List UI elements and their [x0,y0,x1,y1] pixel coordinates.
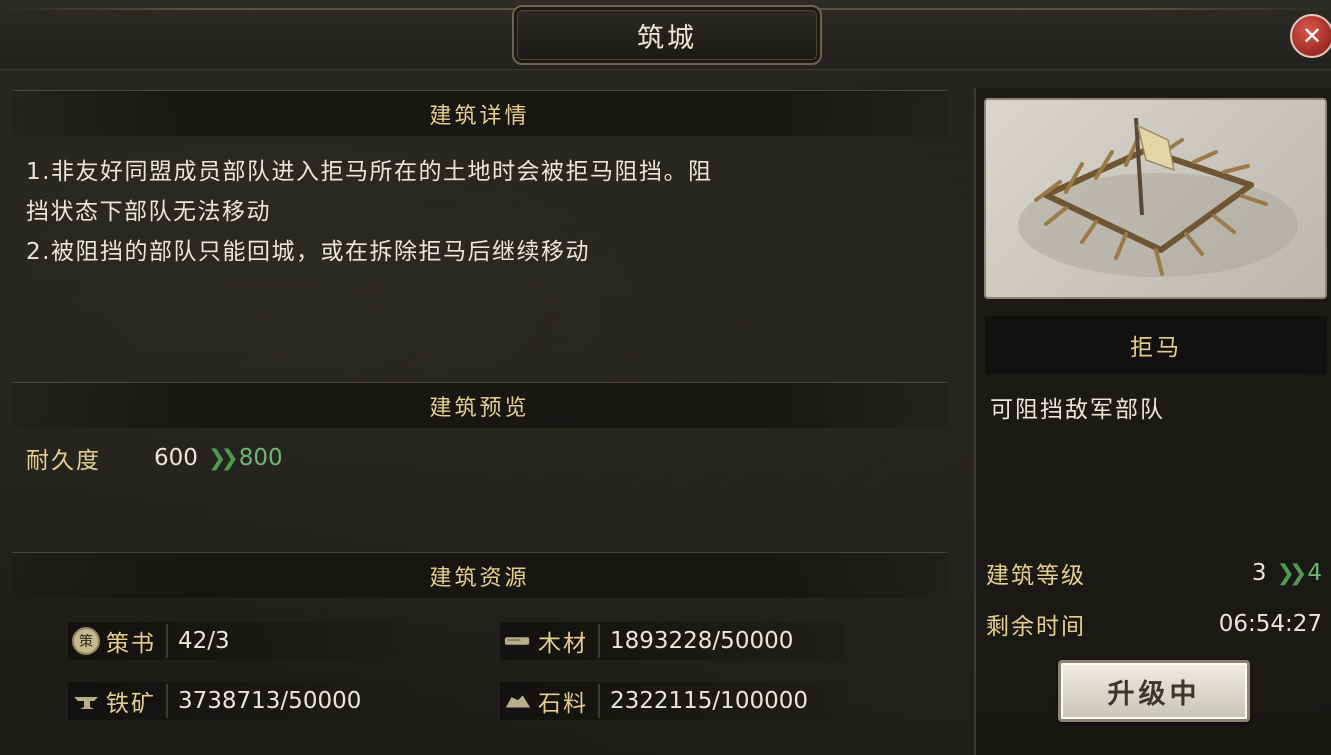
resource-item: 木材 1893228/50000 [500,622,845,660]
iron-icon [72,687,100,715]
window-title-plate: 筑城 [512,5,822,65]
resource-item: 石料 2322115/100000 [500,682,845,720]
remaining-time-row: 剩余时间 06:54:27 [986,607,1322,641]
upgrade-button-label: 升级中 [1107,678,1201,710]
double-chevron-right-icon: ❯❯ [207,445,239,471]
ce-book-icon: 策 [72,627,100,655]
description-line: 挡状态下部队无法移动 [26,199,271,225]
double-chevron-right-icon: ❯❯ [1276,560,1307,586]
resource-value: 1893228/50000 [610,628,794,654]
level-label: 建筑等级 [986,563,1086,589]
level-current: 3 [1251,560,1267,586]
window-title: 筑城 [637,22,697,54]
durability-row: 耐久度 600 ❯❯ 800 [26,440,283,476]
time-label: 剩余时间 [986,614,1086,640]
durability-label: 耐久度 [26,448,101,474]
preview-heading-bar: 建筑预览 [12,382,947,428]
building-name: 拒马 [1130,335,1182,361]
preview-heading: 建筑预览 [429,395,530,421]
building-level-row: 建筑等级 3 ❯❯ 4 [986,556,1322,590]
resource-value: 42/3 [178,628,230,654]
time-value: 06:54:27 [1218,611,1322,637]
resources-heading-bar: 建筑资源 [12,552,947,598]
barricade-illustration [1018,117,1298,277]
details-heading-bar: 建筑详情 [12,90,947,136]
resource-item: 铁矿 3738713/50000 [68,682,408,720]
close-button[interactable]: ✕ [1290,14,1331,58]
wood-icon [504,627,532,655]
resource-name: 木材 [538,624,600,658]
durability-next: 800 [238,445,283,471]
resource-name: 铁矿 [106,684,168,718]
description-line: 1.非友好同盟成员部队进入拒马所在的土地时会被拒马阻挡。阻 [26,159,713,185]
details-heading: 建筑详情 [429,103,530,129]
level-next: 4 [1307,560,1322,586]
building-description: 1.非友好同盟成员部队进入拒马所在的土地时会被拒马阻挡。阻 挡状态下部队无法移动… [26,152,941,272]
description-line: 2.被阻挡的部队只能回城，或在拆除拒马后继续移动 [26,239,590,265]
building-effect: 可阻挡敌军部队 [990,397,1165,423]
resource-value: 2322115/100000 [610,688,808,714]
durability-current: 600 [154,445,198,471]
stone-icon [504,687,532,715]
resource-item: 策 策书 42/3 [68,622,408,660]
building-preview-image [984,98,1327,299]
resource-name: 策书 [106,624,168,658]
resource-value: 3738713/50000 [178,688,362,714]
resources-heading: 建筑资源 [429,565,530,591]
building-name-plate: 拒马 [985,316,1327,374]
resource-name: 石料 [538,684,600,718]
upgrade-button[interactable]: 升级中 [1058,660,1250,722]
close-icon: ✕ [1301,22,1323,50]
